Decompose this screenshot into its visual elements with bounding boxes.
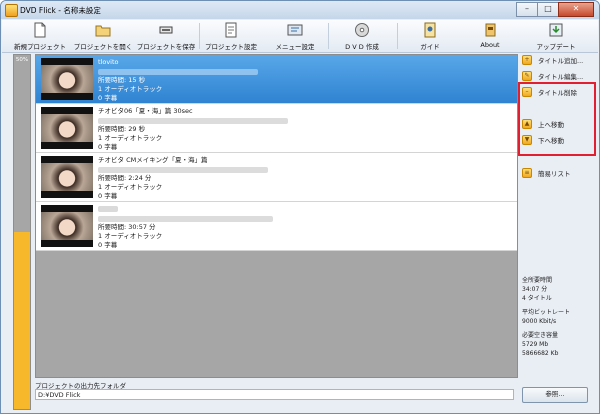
blurred-info [98,69,258,75]
title-row[interactable]: tlovito 所要時間: 15 秒 1 オーディオトラック 0 字幕 [36,55,517,104]
title-thumbnail [41,58,93,100]
space-kb: 5866682 Kb [522,350,559,357]
total-time: 34:07 分 [522,286,548,293]
title-row[interactable]: 所要時間: 30:57 分 1 オーディオトラック 0 字幕 [36,202,517,251]
disc-usage-bar: 50% [13,54,31,410]
about-icon [485,23,496,37]
guide-book-icon [424,22,436,38]
output-folder-input[interactable]: D:¥DVD Flick [35,389,514,400]
annotation-highlight-box [518,82,596,156]
avg-bitrate: 9000 Kbit/s [522,318,557,325]
menu-settings-button[interactable]: メニュー設定 [266,20,324,52]
new-file-icon [34,22,46,38]
blurred-name [98,206,118,212]
track-list-button[interactable]: ≡ 簡易リスト [522,167,596,179]
disc-usage-percent: 50% [15,57,29,63]
title-audio: 1 オーディオトラック [98,134,163,142]
title-row[interactable]: チオビタ06「夏・海」篇 30sec 所要時間: 29 秒 1 オーディオトラッ… [36,104,517,153]
title-thumbnail [41,205,93,247]
create-dvd-label: D V D 作成 [345,43,379,51]
title-audio: 1 オーディオトラック [98,183,163,191]
about-button[interactable]: About [472,20,508,52]
window-controls: – □ ✕ [516,2,594,17]
title-subtitles: 0 字幕 [98,143,118,151]
blurred-info [98,118,288,124]
toolbar-separator [199,23,200,49]
folder-icon [95,25,111,37]
toolbar: 新規プロジェクト プロジェクトを開く プロジェクトを保存 プロジェクト設定 メニ… [2,20,598,53]
title-list[interactable]: tlovito 所要時間: 15 秒 1 オーディオトラック 0 字幕 チオビタ… [35,54,518,378]
menu-screen-icon [287,24,303,36]
update-label: アップデート [536,43,576,51]
update-icon [549,23,563,37]
title-bar: DVD Flick - 名称未設定 – □ ✕ [1,1,599,19]
title-subtitles: 0 字幕 [98,94,118,102]
avg-bitrate-label: 平均ビットレート [522,309,571,316]
list-icon: ≡ [522,168,532,178]
title-audio: 1 オーディオトラック [98,85,163,93]
project-stats: 全所要時間 34:07 分 4 タイトル 平均ビットレート 9000 Kbit/… [522,276,596,358]
title-count: 4 タイトル [522,295,552,302]
title-name [98,205,273,214]
minimize-button[interactable]: – [516,2,538,17]
toolbar-separator [397,23,398,49]
save-project-label: プロジェクトを保存 [136,43,196,51]
title-name: tlovito [98,58,119,66]
disc-usage-fill [14,232,30,409]
title-duration: 所要時間: 2:24 分 [98,174,152,182]
guide-label: ガイド [420,43,440,51]
title-audio: 1 オーディオトラック [98,232,163,240]
save-icon [159,26,173,34]
new-project-button[interactable]: 新規プロジェクト [10,20,70,52]
create-dvd-button[interactable]: D V D 作成 [332,20,392,52]
title-duration: 所要時間: 29 秒 [98,125,146,133]
menu-settings-label: メニュー設定 [275,43,315,51]
edit-icon: ✎ [522,71,532,81]
title-duration: 所要時間: 15 秒 [98,76,146,84]
app-window: DVD Flick - 名称未設定 – □ ✕ 新規プロジェクト プロジェクトを… [0,0,600,414]
total-time-label: 全所要時間 [522,277,553,284]
guide-button[interactable]: ガイド [412,20,448,52]
title-name: チオビタ06「夏・海」篇 30sec [98,107,193,115]
about-label: About [480,41,500,49]
window-title: DVD Flick - 名称未設定 [20,6,101,15]
title-duration: 所要時間: 30:57 分 [98,223,156,231]
blurred-info [98,167,268,173]
add-title-button[interactable]: + タイトル追加... [522,54,596,66]
title-name: チオビタ CMメイキング「夏・海」篇 [98,156,208,164]
title-row[interactable]: チオビタ CMメイキング「夏・海」篇 所要時間: 2:24 分 1 オーディオト… [36,153,517,202]
maximize-button[interactable]: □ [537,2,559,17]
app-icon [5,4,18,17]
new-project-label: 新規プロジェクト [14,43,66,51]
title-subtitles: 0 字幕 [98,192,118,200]
title-thumbnail [41,107,93,149]
settings-sheet-icon [225,22,237,38]
toolbar-separator [328,23,329,49]
space-label: 必要空き容量 [522,332,559,339]
space-mb: 5729 Mb [522,341,549,348]
title-thumbnail [41,156,93,198]
update-button[interactable]: アップデート [527,20,585,52]
edit-title-button[interactable]: ✎ タイトル編集... [522,70,596,82]
open-project-button[interactable]: プロジェクトを開く [72,20,134,52]
open-project-label: プロジェクトを開く [73,43,133,51]
save-project-button[interactable]: プロジェクトを保存 [135,20,197,52]
blurred-info [98,216,273,222]
plus-icon: + [522,55,532,65]
project-settings-button[interactable]: プロジェクト設定 [202,20,260,52]
disc-icon [355,23,369,37]
project-settings-label: プロジェクト設定 [205,43,257,51]
title-subtitles: 0 字幕 [98,241,118,249]
close-button[interactable]: ✕ [558,2,594,17]
browse-button[interactable]: 参照... [522,387,588,403]
